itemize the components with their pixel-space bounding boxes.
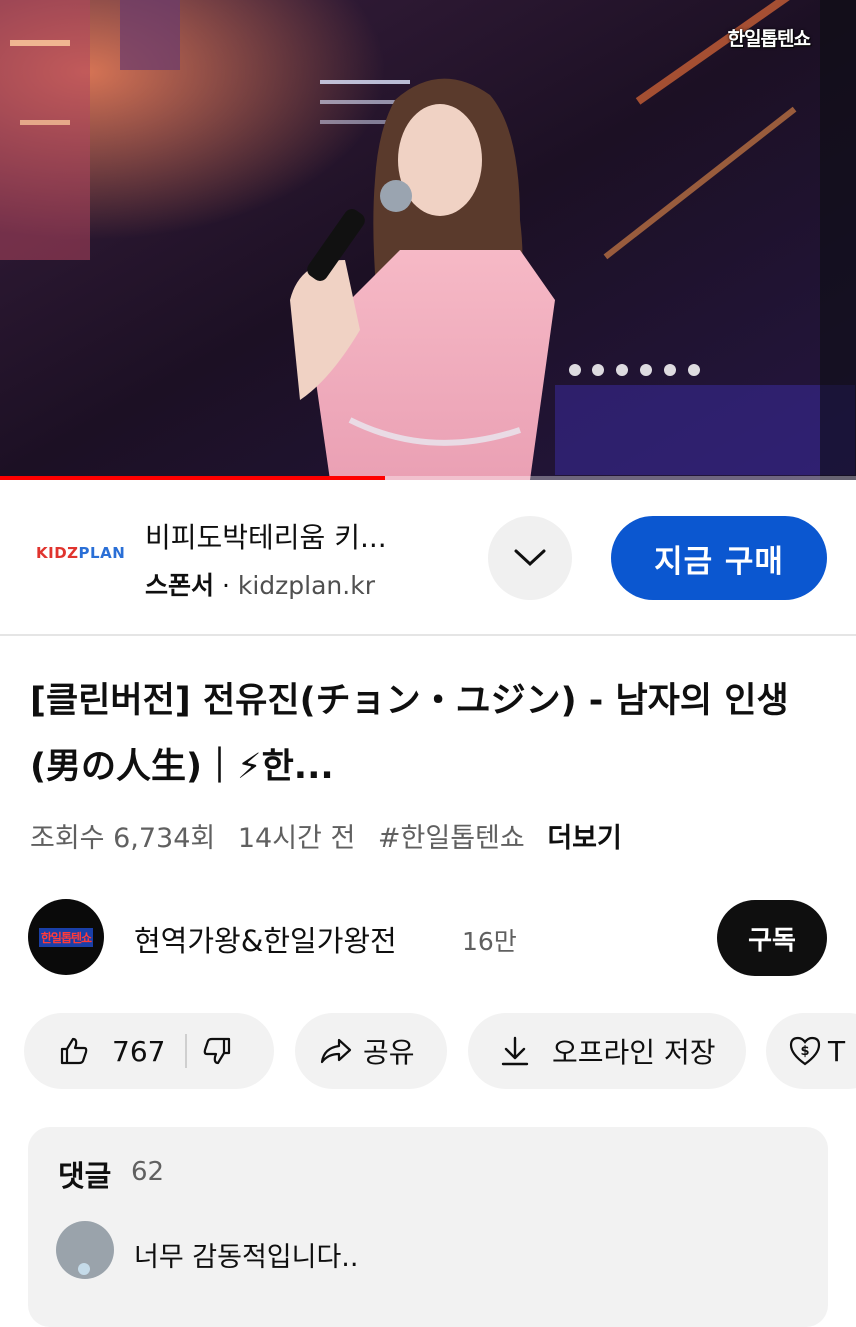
subscribe-button[interactable]: 구독 (717, 900, 827, 976)
upload-time: 14시간 전 (237, 823, 356, 854)
comments-count: 62 (131, 1157, 165, 1187)
like-count: 767 (112, 1034, 166, 1068)
view-count: 조회수 6,734회 (30, 823, 216, 854)
video-meta[interactable]: 조회수 6,734회 14시간 전 #한일톱텐쇼 더보기 (30, 816, 636, 855)
hashtag[interactable]: #한일톱텐쇼 (378, 823, 525, 854)
video-title[interactable]: [클린버전] 전유진(チョン・ユジン) - 남자의 인생(男の人生)｜⚡한... (30, 668, 830, 800)
video-frame (0, 0, 856, 480)
sponsor-label: 스폰서 (145, 571, 215, 600)
download-label: 오프라인 저장 (552, 1036, 716, 1069)
download-icon (501, 1036, 529, 1066)
channel-watermark: 한일톱텐쇼 (727, 28, 811, 50)
separator: · (221, 571, 230, 600)
svg-text:$: $ (800, 1044, 809, 1059)
ad-sponsor-line: 스폰서 · kidzplan.kr (145, 566, 375, 602)
thumbs-down-icon[interactable] (201, 1035, 233, 1067)
channel-name[interactable]: 현역가왕&한일가왕전 (134, 918, 397, 960)
ad-title[interactable]: 비피도박테리움 키... (145, 516, 387, 556)
advertiser-logo: KIDZPLAN (36, 544, 126, 562)
channel-avatar-text: 한일톱텐쇼 (38, 927, 94, 947)
progress-fill (0, 476, 386, 480)
like-button[interactable]: 767 (24, 1035, 165, 1068)
progress-bar[interactable] (0, 476, 856, 480)
share-label: 공유 (363, 1036, 415, 1069)
video-player[interactable]: 한일톱텐쇼 (0, 0, 856, 480)
channel-avatar[interactable]: 한일톱텐쇼 (28, 899, 104, 975)
expand-ad-button[interactable] (488, 516, 572, 600)
download-button[interactable]: 오프라인 저장 (468, 1013, 746, 1089)
commenter-avatar (56, 1221, 114, 1279)
heart-dollar-icon: $ (789, 1036, 821, 1066)
sponsor-ad-card[interactable]: KIDZPLAN 비피도박테리움 키... 스폰서 · kidzplan.kr … (0, 482, 856, 636)
comments-header: 댓글 (58, 1159, 112, 1193)
more-button[interactable]: 더보기 (547, 823, 622, 854)
subscriber-count: 16만 (462, 927, 517, 956)
divider (185, 1034, 188, 1068)
chevron-down-icon (514, 549, 546, 567)
thumbs-up-icon (60, 1037, 88, 1065)
thanks-button[interactable]: $ T (766, 1013, 856, 1089)
buy-now-button[interactable]: 지금 구매 (611, 516, 827, 600)
share-button[interactable]: 공유 (295, 1013, 447, 1089)
like-dislike-group: 767 (24, 1013, 274, 1089)
share-icon (320, 1038, 352, 1064)
ad-domain: kidzplan.kr (237, 571, 375, 600)
thanks-label: T (828, 1034, 846, 1068)
top-comment-text: 너무 감동적입니다.. (134, 1242, 359, 1273)
comments-section[interactable]: 댓글 62 너무 감동적입니다.. (28, 1127, 828, 1327)
